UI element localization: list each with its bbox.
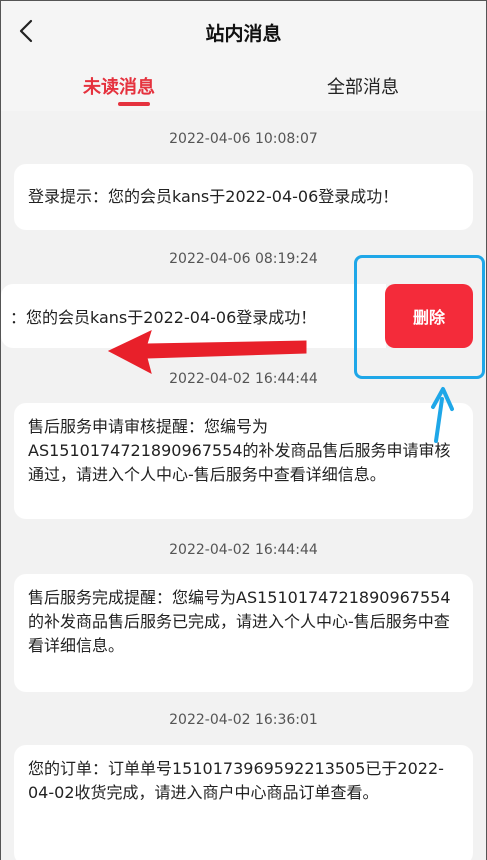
annotation-highlight-box <box>354 255 485 379</box>
app-frame: 站内消息 未读消息 全部消息 2022-04-06 10:08:07 登录提示：… <box>0 0 487 860</box>
message-text-content: ：您的会员kans于2022-04-06登录成功！ <box>10 308 317 327</box>
message-time: 2022-04-06 10:08:07 <box>169 131 318 147</box>
message-card[interactable]: 售后服务申请审核提醒：您编号为AS1510174721890967554的补发商… <box>14 403 473 519</box>
message-time: 2022-04-02 16:36:01 <box>169 712 318 728</box>
message-card[interactable]: 您的订单：订单单号1510173969592213505已于2022-04-02… <box>14 745 473 860</box>
message-text: ：您的会员kans于2022-04-06登录成功！ <box>1 284 386 348</box>
page-title: 站内消息 <box>205 23 282 45</box>
message-text: 售后服务申请审核提醒：您编号为AS1510174721890967554的补发商… <box>28 417 451 484</box>
tab-indicator <box>118 102 150 106</box>
header: 站内消息 未读消息 全部消息 <box>1 1 486 111</box>
message-card[interactable]: 登录提示：您的会员kans于2022-04-06登录成功！ <box>14 164 473 230</box>
message-time: 2022-04-02 16:44:44 <box>169 542 318 558</box>
message-card[interactable]: 售后服务完成提醒：您编号为AS1510174721890967554的补发商品售… <box>14 574 473 692</box>
message-text: 售后服务完成提醒：您编号为AS1510174721890967554的补发商品售… <box>28 588 451 655</box>
message-text: 登录提示：您的会员kans于2022-04-06登录成功！ <box>28 187 399 206</box>
tab-all[interactable]: 全部消息 <box>327 73 399 99</box>
message-text: 您的订单：订单单号1510173969592213505已于2022-04-02… <box>28 759 444 802</box>
tab-unread[interactable]: 未读消息 <box>83 73 155 99</box>
